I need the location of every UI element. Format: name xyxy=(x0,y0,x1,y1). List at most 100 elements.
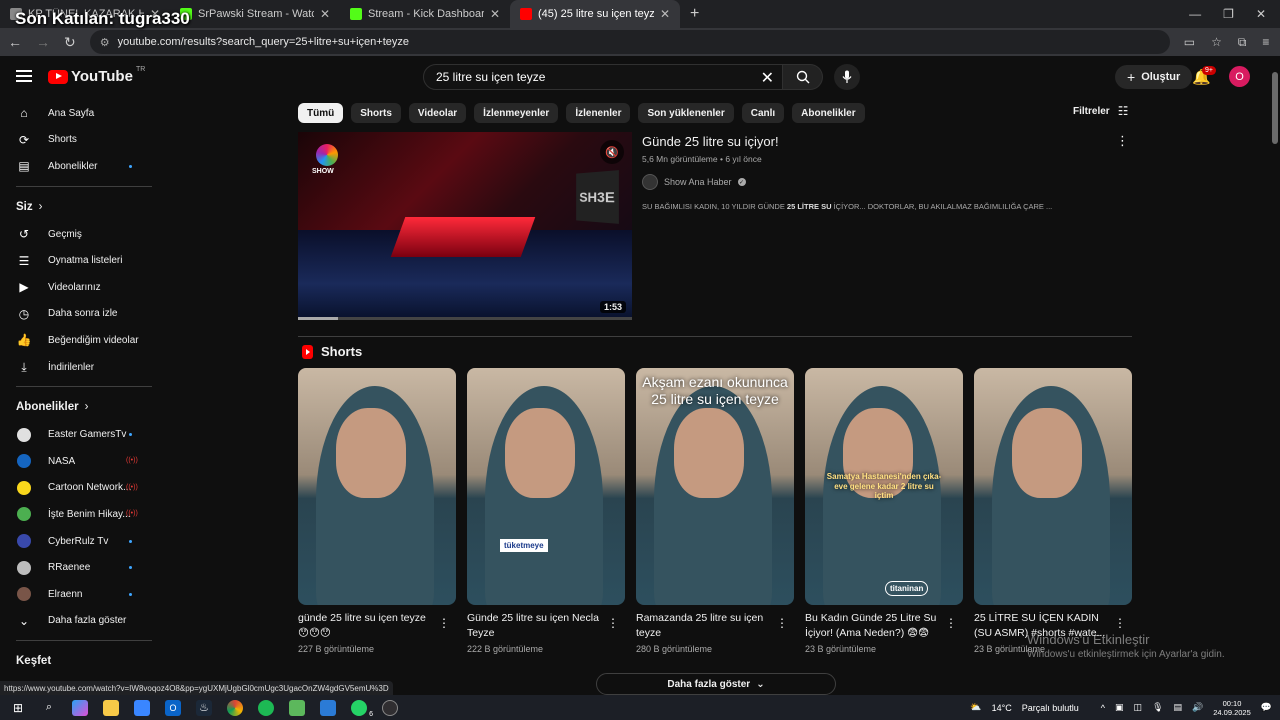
short-title[interactable]: Ramazanda 25 litre su içen teyze xyxy=(636,611,776,640)
sidebar-item[interactable]: ☰ Oynatma listeleri xyxy=(0,247,160,274)
search-input[interactable]: 25 litre su içen teyze ✕ xyxy=(423,64,783,90)
account-avatar[interactable]: O xyxy=(1229,66,1250,87)
tray-chevron-icon[interactable]: ^ xyxy=(1101,703,1105,713)
video-channel[interactable]: Show Ana Haber ✓ xyxy=(642,174,1122,190)
short-thumbnail[interactable]: Akşam ezanı okununca 25 litre su içen te… xyxy=(636,368,794,605)
short-card[interactable]: Akşam ezanı okununca 25 litre su içen te… xyxy=(636,368,794,654)
close-window-icon[interactable]: ✕ xyxy=(1256,7,1266,21)
tab-close-icon[interactable]: ✕ xyxy=(320,7,330,21)
clear-search-icon[interactable]: ✕ xyxy=(761,68,774,88)
tray-volume-icon[interactable]: 🔊 xyxy=(1192,702,1203,713)
voice-search-button[interactable] xyxy=(834,64,860,90)
sidebar-item[interactable]: ⟳ Shorts xyxy=(0,127,160,154)
short-card[interactable]: Samatya Hastanesi'nden çıka- eve gelene … xyxy=(805,368,963,654)
filter-chip[interactable]: Shorts xyxy=(351,103,401,123)
obs-icon[interactable] xyxy=(382,699,398,716)
short-more-options-icon[interactable]: ⋮ xyxy=(438,616,450,630)
sidebar-subscription[interactable]: Elraenn xyxy=(0,581,160,608)
steam-icon[interactable]: ♨ xyxy=(196,699,212,716)
site-info-icon[interactable]: ⚙ xyxy=(100,36,110,49)
youtube-logo[interactable]: YouTube TR xyxy=(48,66,145,85)
weather-icon[interactable]: ⛅ xyxy=(970,702,981,713)
short-card[interactable]: günde 25 litre su içen teyze 😯😯😯 227 B gö… xyxy=(298,368,456,654)
file-explorer-icon[interactable] xyxy=(103,699,119,716)
reading-list-icon[interactable]: ≡ xyxy=(1262,35,1269,50)
back-icon[interactable]: ← xyxy=(8,34,22,50)
notification-center-icon[interactable]: 💬 xyxy=(1261,702,1272,713)
new-tab-button[interactable]: + xyxy=(690,5,699,23)
sidebar-subscription[interactable]: Easter GamersTv xyxy=(0,421,160,448)
extensions-icon[interactable]: ⧉ xyxy=(1238,35,1247,50)
url-input[interactable]: ⚙ youtube.com/results?search_query=25+li… xyxy=(89,30,1170,54)
copilot-icon[interactable] xyxy=(72,699,88,716)
sidebar-subscription[interactable]: CyberRulz Tv xyxy=(0,528,160,555)
short-title[interactable]: Günde 25 litre su içen Necla Teyze xyxy=(467,611,607,640)
short-more-options-icon[interactable]: ⋮ xyxy=(607,616,619,630)
bookmark-star-icon[interactable]: ☆ xyxy=(1211,35,1222,50)
sidebar-show-more[interactable]: ⌄ Daha fazla göster xyxy=(0,608,160,635)
minimize-icon[interactable]: — xyxy=(1189,7,1201,21)
short-card[interactable]: 25 LİTRE SU İÇEN KADIN (SU ASMR) #shorts… xyxy=(974,368,1132,654)
short-thumbnail[interactable] xyxy=(974,368,1132,605)
filter-chip[interactable]: Tümü xyxy=(298,103,344,123)
hamburger-menu-icon[interactable] xyxy=(16,70,32,82)
scrollbar-thumb[interactable] xyxy=(1272,72,1278,144)
short-title[interactable]: günde 25 litre su içen teyze 😯😯😯 xyxy=(298,611,438,640)
tab-close-icon[interactable]: ✕ xyxy=(660,7,670,21)
sidebar-you-heading[interactable]: Siz › xyxy=(0,193,160,221)
search-icon[interactable]: ⌕ xyxy=(41,700,57,716)
reload-icon[interactable]: ↻ xyxy=(64,34,76,51)
create-button[interactable]: + Oluştur xyxy=(1115,65,1193,89)
sidebar-item[interactable]: ⤓ İndirilenler xyxy=(0,354,160,381)
short-thumbnail[interactable]: Samatya Hastanesi'nden çıka- eve gelene … xyxy=(805,368,963,605)
tray-mic-icon[interactable]: 🎙 xyxy=(1152,702,1163,713)
sidebar-item[interactable]: ↺ Geçmiş xyxy=(0,221,160,248)
short-thumbnail[interactable] xyxy=(298,368,456,605)
tray-app-icon[interactable]: ▣ xyxy=(1115,702,1124,713)
short-thumbnail[interactable]: tüketmeye xyxy=(467,368,625,605)
short-title[interactable]: Bu Kadın Günde 25 Litre Su İçiyor! (Ama … xyxy=(805,611,945,640)
sidebar-subs-heading[interactable]: Abonelikler › xyxy=(0,393,160,421)
filters-button[interactable]: Filtreler ☷ xyxy=(1073,104,1128,118)
show-more-button[interactable]: Daha fazla göster ⌄ xyxy=(596,673,836,695)
browser-tab[interactable]: SrPawski Stream - Watch Live o ✕ xyxy=(170,0,340,28)
sidebar-subscription[interactable]: İşte Benim Hikay... ((•)) xyxy=(0,501,160,528)
filter-chip[interactable]: İzlenmeyenler xyxy=(474,103,559,123)
outlook-icon[interactable]: O xyxy=(165,699,181,716)
store-icon[interactable] xyxy=(134,699,150,716)
short-card[interactable]: tüketmeye Günde 25 litre su içen Necla Te… xyxy=(467,368,625,654)
chrome-icon[interactable] xyxy=(227,699,243,716)
short-more-options-icon[interactable]: ⋮ xyxy=(776,616,788,630)
video-title[interactable]: Günde 25 litre su içiyor! xyxy=(642,134,1122,149)
windows-start-icon[interactable]: ⊞ xyxy=(10,700,26,716)
whatsapp-icon[interactable]: 6 xyxy=(351,699,373,718)
sidebar-item[interactable]: ▤ Abonelikler xyxy=(0,153,160,180)
filter-chip[interactable]: Canlı xyxy=(741,103,785,123)
browser-tab[interactable]: (45) 25 litre su içen teyze - YouT ✕ xyxy=(510,0,680,28)
page-scrollbar[interactable] xyxy=(1270,60,1280,694)
mute-icon[interactable]: 🔇 xyxy=(600,140,624,164)
browser-tab[interactable]: Stream - Kick Dashboard ✕ xyxy=(340,0,510,28)
sidebar-item[interactable]: 👍 Beğendiğim videolar xyxy=(0,327,160,354)
filter-chip[interactable]: Videolar xyxy=(408,103,467,123)
tray-network-icon[interactable]: ▤ xyxy=(1174,702,1183,713)
taskbar-clock[interactable]: 00:10 24.09.2025 xyxy=(1213,699,1251,717)
search-button[interactable] xyxy=(783,64,823,90)
filter-chip[interactable]: İzlenenler xyxy=(566,103,631,123)
notepad-icon[interactable] xyxy=(289,699,305,716)
tab-close-icon[interactable]: ✕ xyxy=(490,7,500,21)
sidebar-subscription[interactable]: RRaenee xyxy=(0,554,160,581)
sidebar-item[interactable]: ◷ Daha sonra izle xyxy=(0,301,160,328)
video-thumbnail[interactable]: SHOW 🔇 SH3E 1:53 xyxy=(298,132,632,320)
vscode-icon[interactable] xyxy=(320,699,336,716)
video-more-options-icon[interactable]: ⋮ xyxy=(1116,133,1129,149)
forward-icon[interactable]: → xyxy=(36,34,50,50)
sidebar-item[interactable]: ⌂ Ana Sayfa xyxy=(0,100,160,127)
sidebar-subscription[interactable]: NASA ((•)) xyxy=(0,448,160,475)
restore-icon[interactable]: ❐ xyxy=(1223,7,1234,21)
filter-chip[interactable]: Son yüklenenler xyxy=(638,103,734,123)
spotify-icon[interactable] xyxy=(258,699,274,716)
short-more-options-icon[interactable]: ⋮ xyxy=(945,616,957,630)
cast-icon[interactable]: ▭ xyxy=(1184,35,1195,50)
short-more-options-icon[interactable]: ⋮ xyxy=(1114,616,1126,630)
